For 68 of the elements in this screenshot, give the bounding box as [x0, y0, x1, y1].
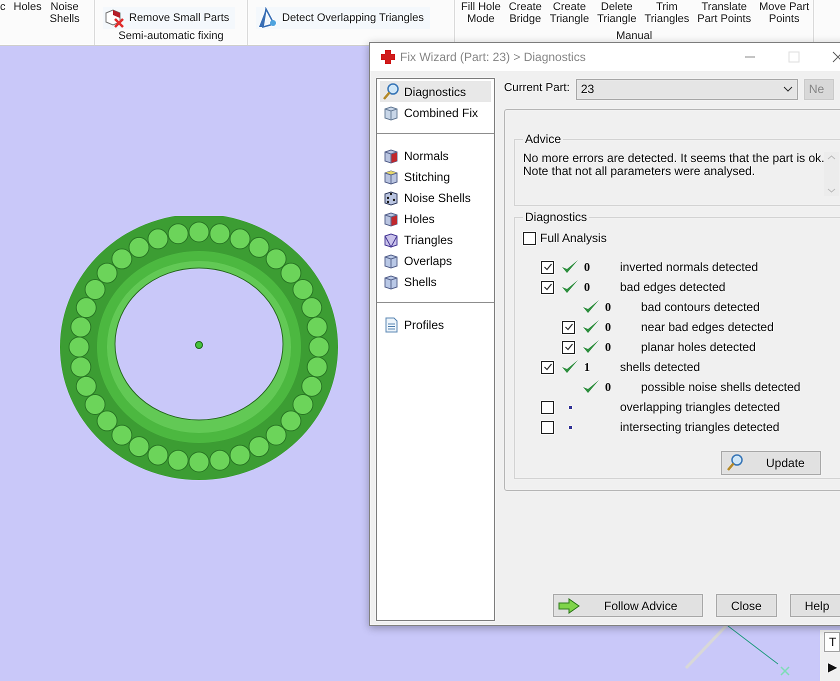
checkbox[interactable] [562, 340, 575, 354]
expand-arrow[interactable]: ▶ [824, 658, 840, 676]
nav-item[interactable]: Normals [380, 145, 491, 166]
nav-item[interactable]: Triangles [380, 229, 491, 250]
arrow-right-icon [558, 598, 580, 614]
group-title: Diagnostics [525, 210, 588, 224]
group-label: Manual [615, 28, 654, 44]
diagnostic-label: possible noise shells detected [641, 379, 800, 396]
cube-remove-icon [103, 7, 127, 29]
nav-item[interactable]: Noise Shells [380, 187, 491, 208]
cross-icon [380, 49, 396, 65]
checkbox[interactable] [541, 420, 554, 434]
ribbon-button[interactable]: Detect Overlapping Triangles [256, 7, 430, 29]
diagnostic-label: bad edges detected [620, 279, 726, 296]
nav-item[interactable]: Overlaps [380, 250, 491, 271]
count: 0 [605, 300, 611, 314]
nav-item[interactable]: Combined Fix [380, 102, 491, 123]
dialog-button[interactable]: Follow Advice [553, 594, 703, 617]
nav-item[interactable]: Holes [380, 208, 491, 229]
diagnostic-label: overlapping triangles detected [620, 399, 780, 416]
count: 0 [605, 320, 611, 334]
ribbon-button[interactable]: Remove Small Parts [103, 7, 236, 29]
panel-tab[interactable]: T [824, 632, 840, 652]
count: 1 [584, 360, 590, 374]
checkbox[interactable] [541, 400, 554, 414]
cube-icon [382, 210, 400, 228]
cube-icon [382, 252, 400, 270]
magnifier-icon [726, 454, 744, 472]
checkbox[interactable] [523, 232, 536, 244]
cube-icon [382, 272, 400, 290]
cube-icon [382, 168, 400, 186]
checkbox[interactable] [541, 360, 554, 374]
cube-icon [382, 230, 400, 248]
diagnostic-label: intersecting triangles detected [620, 419, 780, 436]
magnifier-icon [382, 82, 400, 100]
nav-item[interactable]: Diagnostics [380, 81, 491, 102]
diagnostic-label: shells detected [620, 359, 700, 376]
checkbox[interactable] [562, 320, 575, 334]
dialog-button[interactable]: Close [716, 594, 777, 617]
count: 0 [605, 380, 611, 394]
dialog-button[interactable]: Help [790, 594, 840, 617]
count: 0 [584, 280, 590, 294]
cube-icon [382, 146, 400, 164]
group-title: Advice [525, 132, 562, 146]
advice-text: No more errors are detected. It seems that the part is ok. Note that not all parameters were analysed. [523, 152, 826, 178]
checkbox[interactable] [541, 260, 554, 274]
window-title: Fix Wizard (Part: 23) > Diagnostics [400, 49, 586, 66]
nav-item[interactable]: Shells [380, 271, 491, 292]
diagnostic-label: near bad edges detected [641, 319, 774, 336]
chevron-down-icon [782, 86, 793, 92]
ribbon-button[interactable]: Holes [10, 0, 46, 45]
ribbon-button[interactable]: c [0, 0, 10, 45]
ribbon-button[interactable]: Noise Shells [46, 0, 84, 45]
diagnostic-label: bad contours detected [641, 299, 760, 316]
part-dropdown[interactable]: 23 [576, 78, 798, 100]
checkbox-label: Full Analysis [540, 230, 607, 247]
update-button[interactable]: Update [721, 451, 821, 475]
diagnostic-label: inverted normals detected [620, 259, 758, 276]
nav-item[interactable]: Profiles [380, 314, 491, 335]
count: 0 [584, 260, 590, 274]
nav-item[interactable]: Stitching [380, 166, 491, 187]
field-label: Current Part: [504, 81, 570, 96]
checkbox[interactable] [541, 280, 554, 294]
diagnostic-label: planar holes detected [641, 339, 756, 356]
count: 0 [605, 340, 611, 354]
group-label: Semi-automatic fixing [117, 28, 225, 44]
cubes-icon [382, 104, 400, 122]
dice-icon [382, 188, 400, 206]
